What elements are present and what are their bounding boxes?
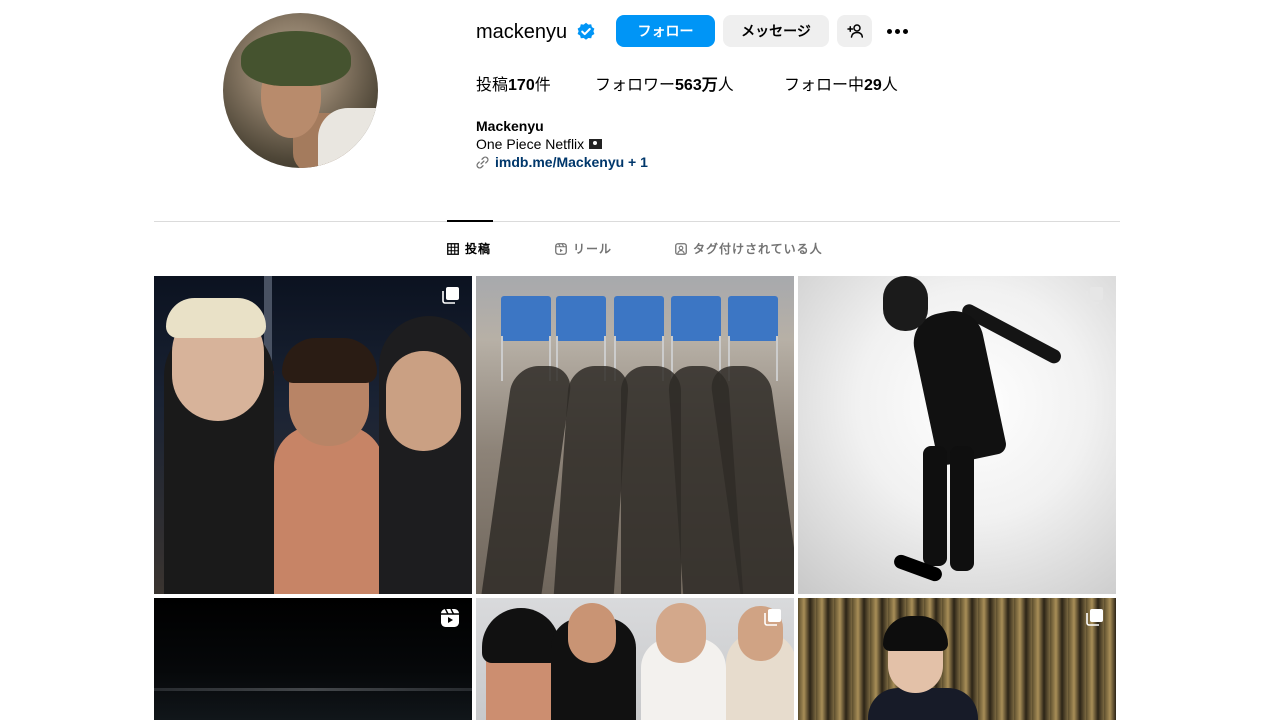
- profile-link[interactable]: imdb.me/Mackenyu + 1: [476, 153, 648, 171]
- post-tile[interactable]: [154, 276, 472, 594]
- profile-bio: One Piece Netflix: [476, 135, 603, 153]
- post-chair: [556, 296, 606, 341]
- tab-tagged[interactable]: タグ付けされている人: [675, 240, 823, 258]
- carousel-icon: [1086, 287, 1103, 304]
- avatar-shirt: [318, 108, 378, 168]
- post-person: [883, 616, 948, 651]
- profile-avatar[interactable]: [223, 13, 378, 168]
- avatar-hair: [241, 31, 351, 86]
- posts-count-stat: 投稿170件: [476, 76, 551, 96]
- post-tile[interactable]: [476, 598, 794, 720]
- post-person: [883, 276, 928, 331]
- post-person: [656, 603, 706, 663]
- link-icon: [476, 155, 489, 169]
- verified-badge-icon: [577, 22, 595, 40]
- post-chair: [671, 296, 721, 341]
- followers-count: 563万: [675, 77, 718, 94]
- dot: [886, 28, 892, 34]
- tab-reels[interactable]: リール: [555, 240, 612, 258]
- profile-full-name: Mackenyu: [476, 118, 544, 134]
- post-person: [568, 603, 616, 663]
- following-count: 29: [864, 77, 882, 94]
- post-person: [282, 338, 377, 383]
- tab-posts[interactable]: 投稿: [447, 240, 491, 258]
- carousel-icon: [442, 287, 459, 304]
- carousel-icon: [764, 609, 781, 626]
- post-person: [482, 608, 560, 663]
- carousel-icon: [1086, 609, 1103, 626]
- tab-posts-label: 投稿: [465, 242, 492, 256]
- tab-reels-label: リール: [573, 242, 613, 256]
- post-person: [166, 298, 266, 338]
- followers-stat[interactable]: フォロワー563万人: [595, 76, 734, 96]
- follow-button[interactable]: フォロー: [616, 15, 715, 47]
- pirate-flag-icon: [589, 139, 603, 149]
- profile-username: mackenyu: [476, 21, 568, 43]
- message-button[interactable]: メッセージ: [723, 15, 829, 47]
- post-person: [274, 426, 384, 594]
- person-add-icon: [846, 24, 863, 38]
- post-scene: [154, 688, 472, 691]
- active-tab-indicator: [447, 220, 493, 222]
- posts-suffix: 件: [534, 77, 551, 94]
- post-person: [950, 446, 974, 571]
- post-person: [386, 351, 461, 451]
- post-chair: [501, 296, 551, 341]
- profile-link-text: imdb.me/Mackenyu + 1: [495, 154, 648, 170]
- tagged-icon: [675, 243, 687, 255]
- tab-tagged-label: タグ付けされている人: [693, 242, 823, 256]
- post-chair: [728, 296, 778, 341]
- more-options-icon[interactable]: [882, 18, 912, 44]
- bio-text: One Piece Netflix: [476, 136, 585, 152]
- followers-suffix: 人: [717, 77, 734, 94]
- dot: [902, 28, 908, 34]
- post-tile[interactable]: [798, 276, 1116, 594]
- following-label: フォロー中: [784, 77, 865, 94]
- posts-label: 投稿: [476, 77, 509, 94]
- post-chair: [614, 296, 664, 341]
- post-tile[interactable]: [798, 598, 1116, 720]
- following-suffix: 人: [881, 77, 898, 94]
- post-tile[interactable]: [476, 276, 794, 594]
- tabs-divider: [154, 221, 1120, 222]
- suggested-accounts-button[interactable]: [837, 15, 872, 47]
- dot: [894, 28, 900, 34]
- post-person: [923, 446, 947, 566]
- post-person: [868, 688, 978, 720]
- followers-label: フォロワー: [595, 77, 676, 94]
- posts-count: 170: [508, 77, 535, 94]
- post-tile[interactable]: [154, 598, 472, 720]
- grid-icon: [447, 243, 459, 255]
- reels-icon: [555, 243, 567, 255]
- reels-icon: [441, 608, 459, 627]
- following-stat[interactable]: フォロー中29人: [784, 76, 898, 96]
